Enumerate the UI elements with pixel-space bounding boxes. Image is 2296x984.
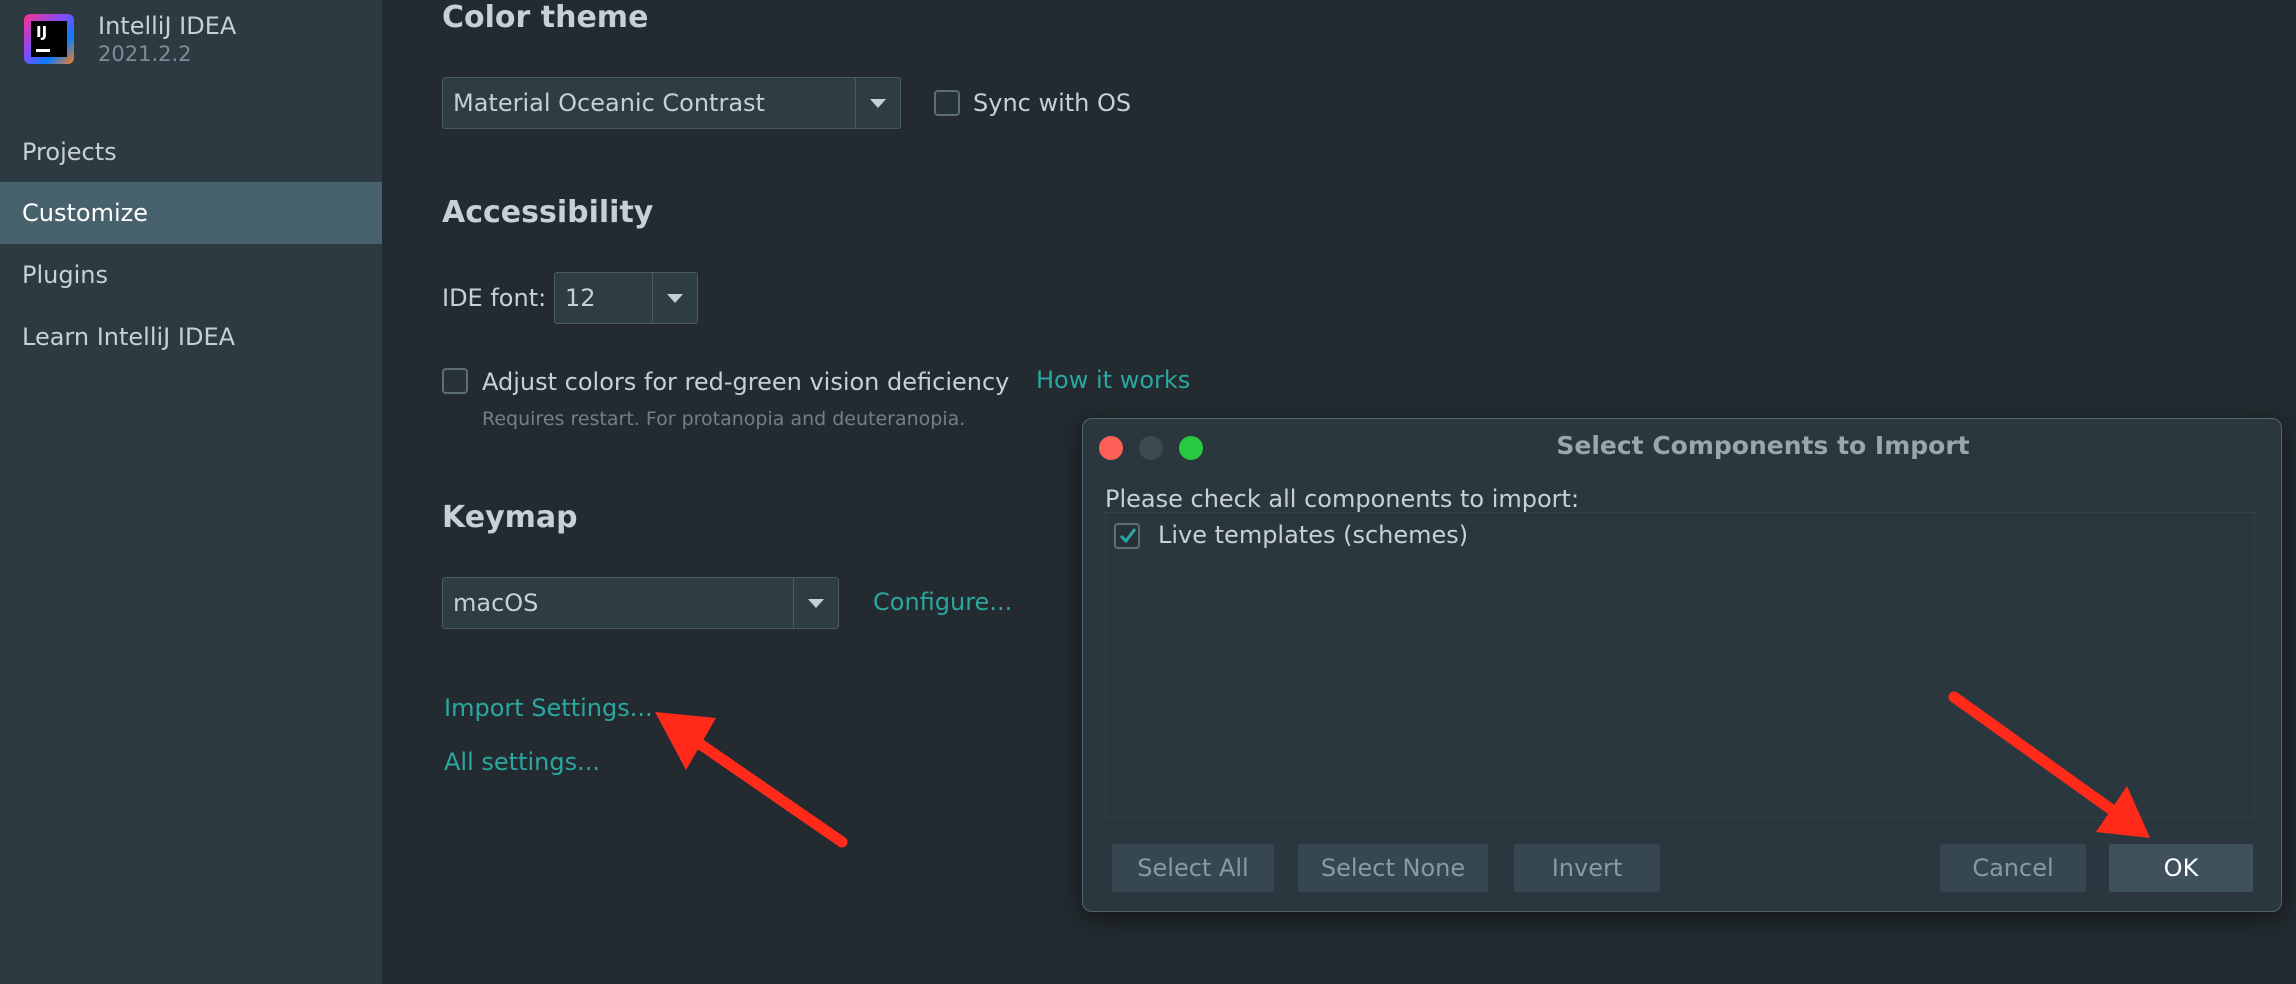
arrow-to-import-settings-icon — [655, 712, 848, 848]
arrow-to-ok-button-icon — [1948, 691, 2150, 838]
annotation-arrows — [655, 691, 2150, 848]
